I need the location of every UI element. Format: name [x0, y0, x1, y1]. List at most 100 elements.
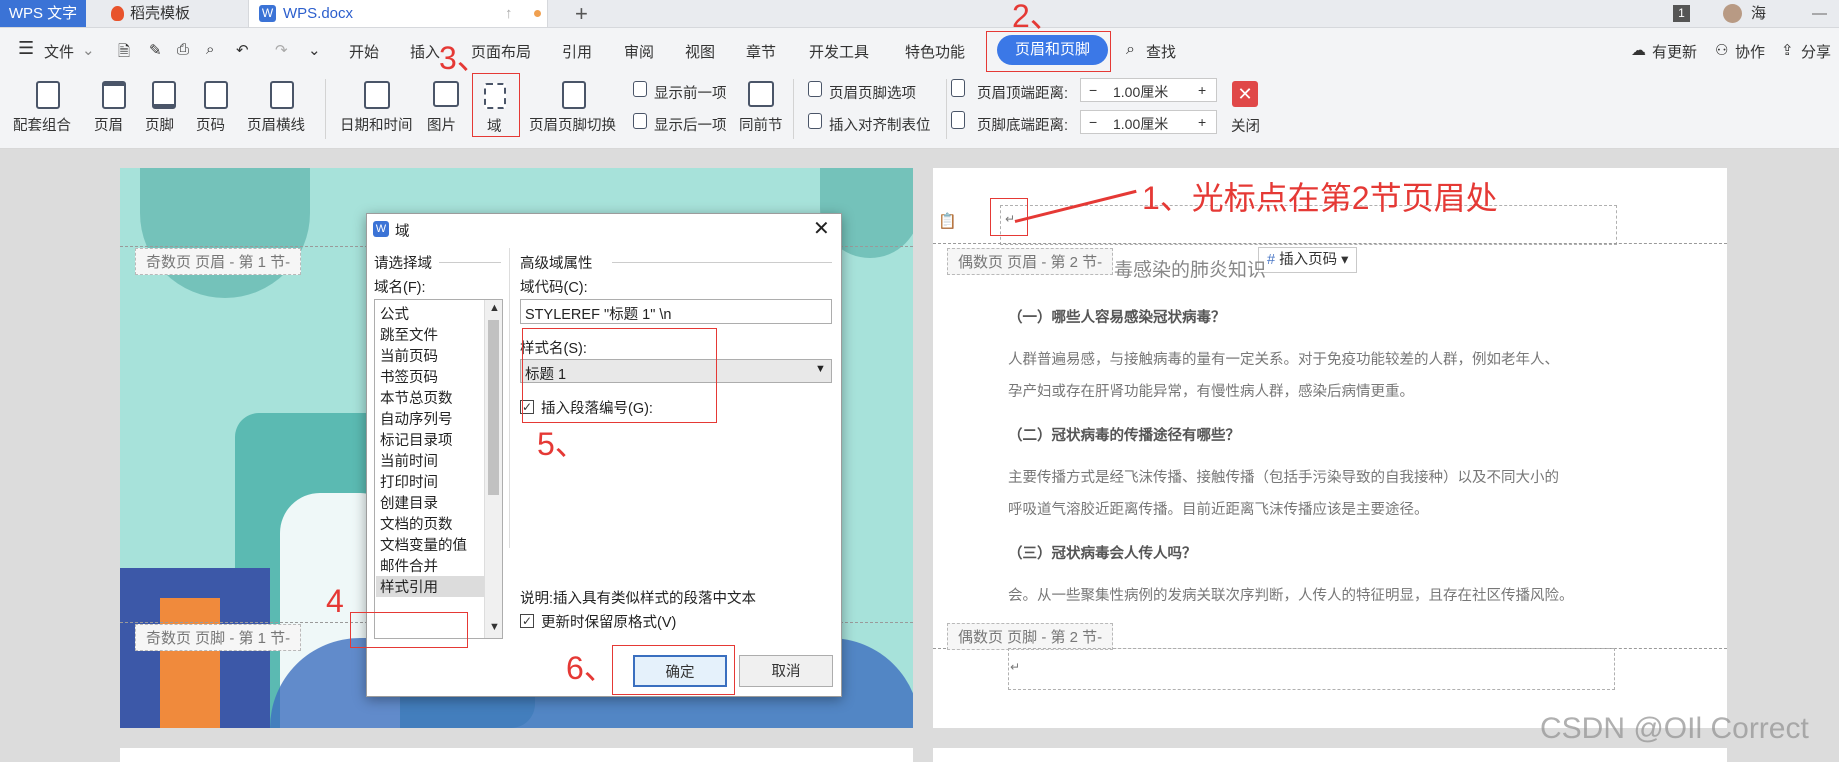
show-prev-button[interactable]: 显示前一项 — [654, 82, 727, 103]
plus-icon[interactable]: + — [1198, 114, 1206, 130]
print-icon[interactable]: ⎙ — [177, 41, 189, 58]
menu-references[interactable]: 引用 — [562, 41, 592, 62]
more-icon[interactable]: — — [1812, 0, 1827, 27]
menu-review[interactable]: 审阅 — [624, 41, 654, 62]
upload-icon[interactable]: ↑ — [505, 0, 513, 27]
annotation-4: 4 — [326, 583, 344, 619]
combo-icon[interactable] — [36, 81, 60, 109]
list-item[interactable]: 创建目录 — [380, 492, 438, 513]
header-footer-switch-button[interactable]: 页眉页脚切换 — [529, 114, 616, 135]
menu-chapter[interactable]: 章节 — [746, 41, 776, 62]
page-number-icon[interactable] — [204, 81, 228, 109]
collab-button[interactable]: 协作 — [1735, 41, 1765, 62]
footer-bottom-distance-label: 页脚底端距离: — [977, 118, 1069, 134]
odd-header-tag: 奇数页 页眉 - 第 1 节- — [135, 248, 302, 275]
list-item[interactable]: 自动序列号 — [380, 408, 453, 429]
format-painter-icon[interactable]: ✎ — [149, 41, 162, 59]
show-prev-icon[interactable] — [633, 81, 647, 97]
menu-special[interactable]: 特色功能 — [905, 41, 965, 62]
hamburger-icon[interactable]: ☰ — [18, 38, 34, 59]
footer-edit-area[interactable] — [1008, 648, 1615, 690]
redo-icon[interactable]: ↷ — [275, 41, 288, 59]
close-icon[interactable]: ✕ — [1232, 81, 1258, 107]
picture-icon[interactable] — [433, 81, 459, 107]
menu-insert[interactable]: 插入 — [410, 41, 440, 62]
insert-tab-icon[interactable] — [808, 113, 822, 129]
footer-bottom-distance-stepper[interactable]: − 1.00厘米 + — [1080, 110, 1217, 134]
minus-icon[interactable]: − — [1089, 82, 1097, 98]
datetime-button[interactable]: 日期和时间 — [340, 114, 413, 135]
menu-developer[interactable]: 开发工具 — [809, 41, 869, 62]
new-tab-button[interactable]: + — [575, 0, 588, 27]
header-button[interactable]: 页眉 — [94, 114, 123, 135]
hf-options-icon[interactable] — [808, 81, 822, 97]
save-icon[interactable]: 🗎 — [118, 41, 130, 66]
paste-options-icon[interactable]: 📋 — [938, 212, 957, 230]
menu-search[interactable]: 查找 — [1146, 41, 1176, 62]
header-top-distance-stepper[interactable]: − 1.00厘米 + — [1080, 78, 1217, 102]
search-icon[interactable]: ⌕ — [1126, 41, 1135, 59]
footer-bottom-distance-value[interactable]: 1.00厘米 — [1113, 114, 1168, 134]
minus-icon[interactable]: − — [1089, 114, 1097, 130]
calendar-icon[interactable] — [364, 81, 390, 109]
footer-button[interactable]: 页脚 — [145, 114, 174, 135]
footer-icon[interactable] — [152, 81, 176, 109]
combo-button[interactable]: 配套组合 — [13, 114, 71, 135]
user-name: 海 — [1751, 5, 1767, 22]
tab-wps-writer[interactable]: WPS 文字 — [0, 0, 86, 27]
list-item[interactable]: 公式 — [380, 303, 409, 324]
menu-view[interactable]: 视图 — [685, 41, 715, 62]
header-line-icon[interactable] — [270, 81, 294, 109]
same-as-prev-button[interactable]: 同前节 — [739, 114, 783, 135]
show-next-icon[interactable] — [633, 113, 647, 129]
list-item[interactable]: 本节总页数 — [380, 387, 453, 408]
scroll-up-icon[interactable]: ▲ — [489, 302, 500, 314]
header-top-distance-value[interactable]: 1.00厘米 — [1113, 82, 1168, 102]
picture-button[interactable]: 图片 — [427, 114, 456, 135]
list-item-selected[interactable]: 样式引用 — [376, 576, 487, 597]
city-illustration — [160, 598, 220, 728]
keep-format-label[interactable]: 更新时保留原格式(V) — [541, 611, 676, 632]
divider — [793, 79, 794, 139]
page-number-button[interactable]: 页码 — [196, 114, 225, 135]
scroll-down-icon[interactable]: ▼ — [489, 621, 500, 633]
list-item[interactable]: 邮件合并 — [380, 555, 438, 576]
cancel-button[interactable]: 取消 — [739, 655, 833, 687]
switch-icon[interactable] — [562, 81, 586, 109]
show-next-button[interactable]: 显示后一项 — [654, 114, 727, 135]
field-name-list[interactable]: 公式 跳至文件 当前页码 书签页码 本节总页数 自动序列号 标记目录项 当前时间… — [374, 299, 503, 639]
list-item[interactable]: 标记目录项 — [380, 429, 453, 450]
tab-document[interactable]: W WPS.docx ↑ — [248, 0, 548, 27]
quick-access-dropdown-icon[interactable]: ⌄ — [308, 41, 321, 59]
list-item[interactable]: 当前页码 — [380, 345, 438, 366]
dialog-title-bar[interactable]: W 域 ✕ — [367, 214, 841, 244]
plus-icon[interactable]: + — [1198, 82, 1206, 98]
file-menu[interactable]: 文件 — [44, 41, 74, 62]
list-item[interactable]: 打印时间 — [380, 471, 438, 492]
dialog-close-icon[interactable]: ✕ — [813, 216, 830, 241]
hf-options-button[interactable]: 页眉页脚选项 — [829, 82, 916, 103]
print-preview-icon[interactable]: ⌕ — [206, 41, 214, 58]
keep-format-checkbox[interactable]: ✓ — [520, 614, 534, 628]
header-icon[interactable] — [102, 81, 126, 109]
share-button[interactable]: 分享 — [1801, 41, 1831, 62]
list-item[interactable]: 跳至文件 — [380, 324, 438, 345]
same-as-prev-icon[interactable] — [748, 81, 774, 107]
close-header-footer-button[interactable]: 关闭 — [1231, 115, 1260, 136]
list-item[interactable]: 当前时间 — [380, 450, 438, 471]
scroll-thumb[interactable] — [488, 320, 499, 495]
list-item[interactable]: 文档变量的值 — [380, 534, 467, 555]
insert-align-tab-button[interactable]: 插入对齐制表位 — [829, 114, 931, 135]
avatar[interactable] — [1723, 4, 1742, 23]
undo-icon[interactable]: ↶ — [236, 41, 249, 59]
field-code-input[interactable]: STYLEREF "标题 1" \n — [520, 299, 832, 324]
annotation-box-ok — [612, 645, 735, 695]
list-item[interactable]: 文档的页数 — [380, 513, 453, 534]
list-scrollbar[interactable]: ▲ ▼ — [484, 300, 502, 638]
tab-templates[interactable]: 稻壳模板 — [104, 0, 244, 27]
menu-start[interactable]: 开始 — [349, 41, 379, 62]
insert-page-number-button[interactable]: # 插入页码 ▾ — [1258, 247, 1358, 273]
header-line-button[interactable]: 页眉横线 — [247, 114, 305, 135]
update-button[interactable]: 有更新 — [1652, 41, 1697, 62]
list-item[interactable]: 书签页码 — [380, 366, 438, 387]
